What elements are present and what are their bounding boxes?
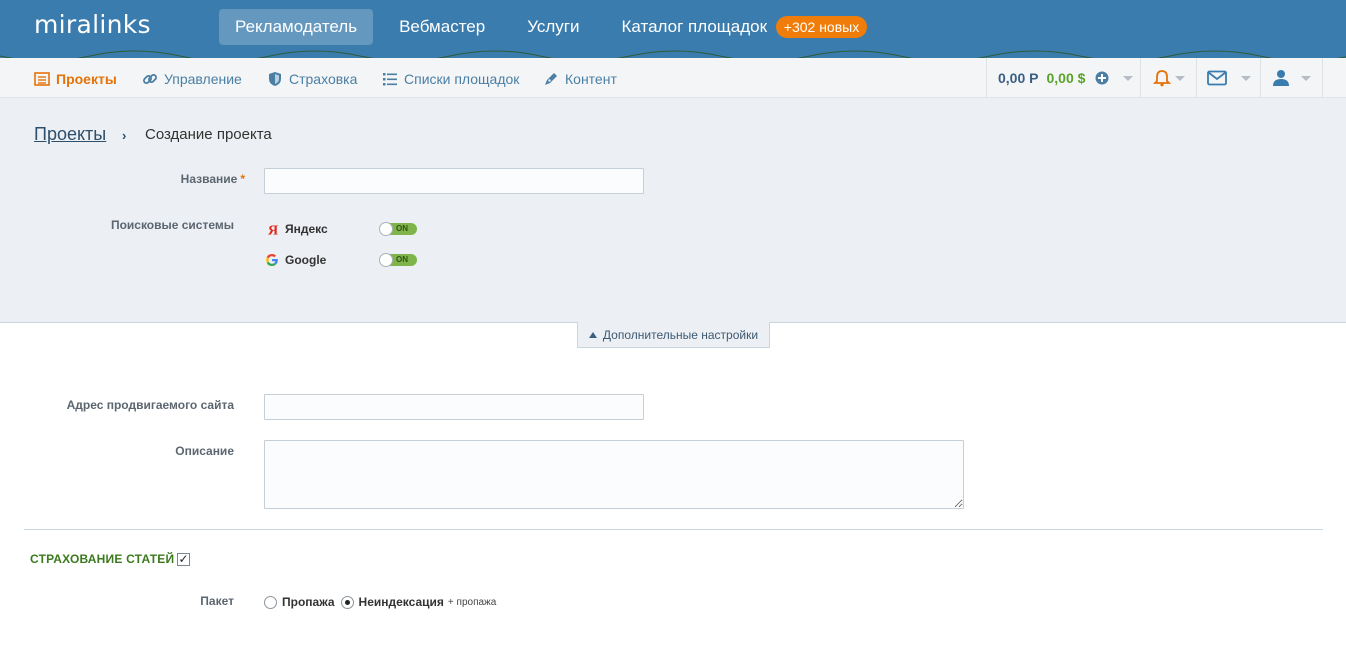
section-divider [24, 529, 1323, 530]
balance-box[interactable]: 0,00 Р 0,00 $ [986, 58, 1134, 98]
insurance-checkbox[interactable]: ✓ [177, 553, 190, 566]
bullet-list-icon [383, 73, 397, 86]
radio-loss-label[interactable]: Пропажа [282, 595, 335, 609]
subnav-insurance[interactable]: Страховка [267, 70, 357, 88]
subnav-management[interactable]: Управление [142, 70, 242, 88]
balance-rub: 0,00 Р [998, 70, 1039, 86]
package-options: Пропажа Неиндексация + пропажа [264, 595, 496, 609]
description-textarea[interactable] [264, 440, 964, 509]
subnav-insurance-label: Страховка [289, 71, 358, 87]
subnav-projects[interactable]: Проекты [34, 70, 117, 88]
subnav-management-label: Управление [164, 71, 242, 87]
chevron-down-icon [1174, 75, 1185, 81]
site-url-input[interactable] [264, 394, 644, 420]
package-label: Пакет [200, 594, 234, 608]
description-label: Описание [175, 444, 234, 458]
list-icon [34, 72, 50, 86]
subnav-content[interactable]: Контент [543, 70, 617, 88]
engine-google: Google [265, 253, 326, 267]
subnav-projects-label: Проекты [56, 71, 117, 87]
name-label-text: Название [180, 172, 238, 186]
radio-nonindexing-note: + пропажа [447, 596, 497, 608]
radio-nonindexing[interactable] [340, 595, 354, 609]
messages-menu[interactable] [1196, 58, 1260, 98]
breadcrumb-projects-link[interactable]: Проекты [34, 124, 106, 145]
notifications-menu[interactable] [1140, 58, 1196, 98]
shield-icon [269, 72, 281, 86]
engine-yandex: Я Яндекс [265, 222, 328, 236]
toggle-knob [379, 253, 393, 267]
toggle-state: ON [396, 255, 408, 264]
chevron-down-icon[interactable] [1123, 75, 1134, 81]
advanced-settings-toggle[interactable]: Дополнительные настройки [577, 322, 770, 348]
plus-circle-icon[interactable] [1095, 71, 1109, 85]
pen-icon [545, 73, 557, 85]
radio-loss[interactable] [264, 595, 277, 609]
logo[interactable]: miralinks [34, 10, 151, 39]
topnav-webmaster[interactable]: Вебмастер [383, 9, 501, 45]
subnav-site-lists-label: Списки площадок [404, 71, 520, 87]
breadcrumb-separator: › [122, 128, 127, 143]
breadcrumb-current: Создание проекта [145, 126, 272, 143]
chevron-down-icon [1300, 75, 1311, 81]
top-bar: miralinks Рекламодатель Вебмастер Услуги… [0, 0, 1346, 58]
required-mark: * [240, 172, 245, 186]
balance-usd: 0,00 $ [1046, 70, 1086, 86]
subnav-content-label: Контент [565, 71, 617, 87]
bell-icon [1152, 70, 1171, 87]
google-toggle[interactable]: ON [379, 253, 417, 267]
chevron-up-icon [588, 331, 597, 338]
topnav-catalog[interactable]: Каталог площадок +302 новых [606, 9, 868, 45]
svg-text:Я: Я [268, 224, 278, 237]
topnav-catalog-label: Каталог площадок [621, 17, 768, 36]
advanced-settings-label: Дополнительные настройки [602, 327, 759, 342]
name-label: Название * [100, 172, 245, 186]
envelope-icon [1206, 70, 1227, 86]
subnav-site-lists[interactable]: Списки площадок [382, 70, 519, 88]
top-nav: Рекламодатель Вебмастер Услуги Каталог п… [219, 9, 877, 45]
engine-google-label: Google [285, 253, 327, 267]
engine-yandex-label: Яндекс [285, 222, 328, 236]
topnav-advertiser[interactable]: Рекламодатель [219, 9, 374, 45]
yandex-toggle[interactable]: ON [379, 222, 417, 236]
new-count-badge: +302 новых [775, 15, 868, 38]
google-icon [266, 254, 278, 266]
user-menu[interactable] [1260, 58, 1323, 98]
radio-nonindexing-label[interactable]: Неиндексация [359, 595, 444, 609]
link-icon [143, 74, 157, 84]
site-url-label: Адрес продвигаемого сайта [66, 398, 234, 412]
search-engines-label: Поисковые системы [110, 218, 234, 232]
toggle-knob [379, 222, 393, 236]
toggle-state: ON [396, 224, 408, 233]
user-icon [1272, 70, 1289, 86]
project-name-input[interactable] [264, 168, 644, 194]
insurance-section-title: СТРАХОВАНИЕ СТАТЕЙ [30, 552, 175, 566]
yandex-icon: Я [268, 224, 278, 237]
chevron-down-icon [1240, 75, 1251, 81]
topnav-services[interactable]: Услуги [511, 9, 595, 45]
